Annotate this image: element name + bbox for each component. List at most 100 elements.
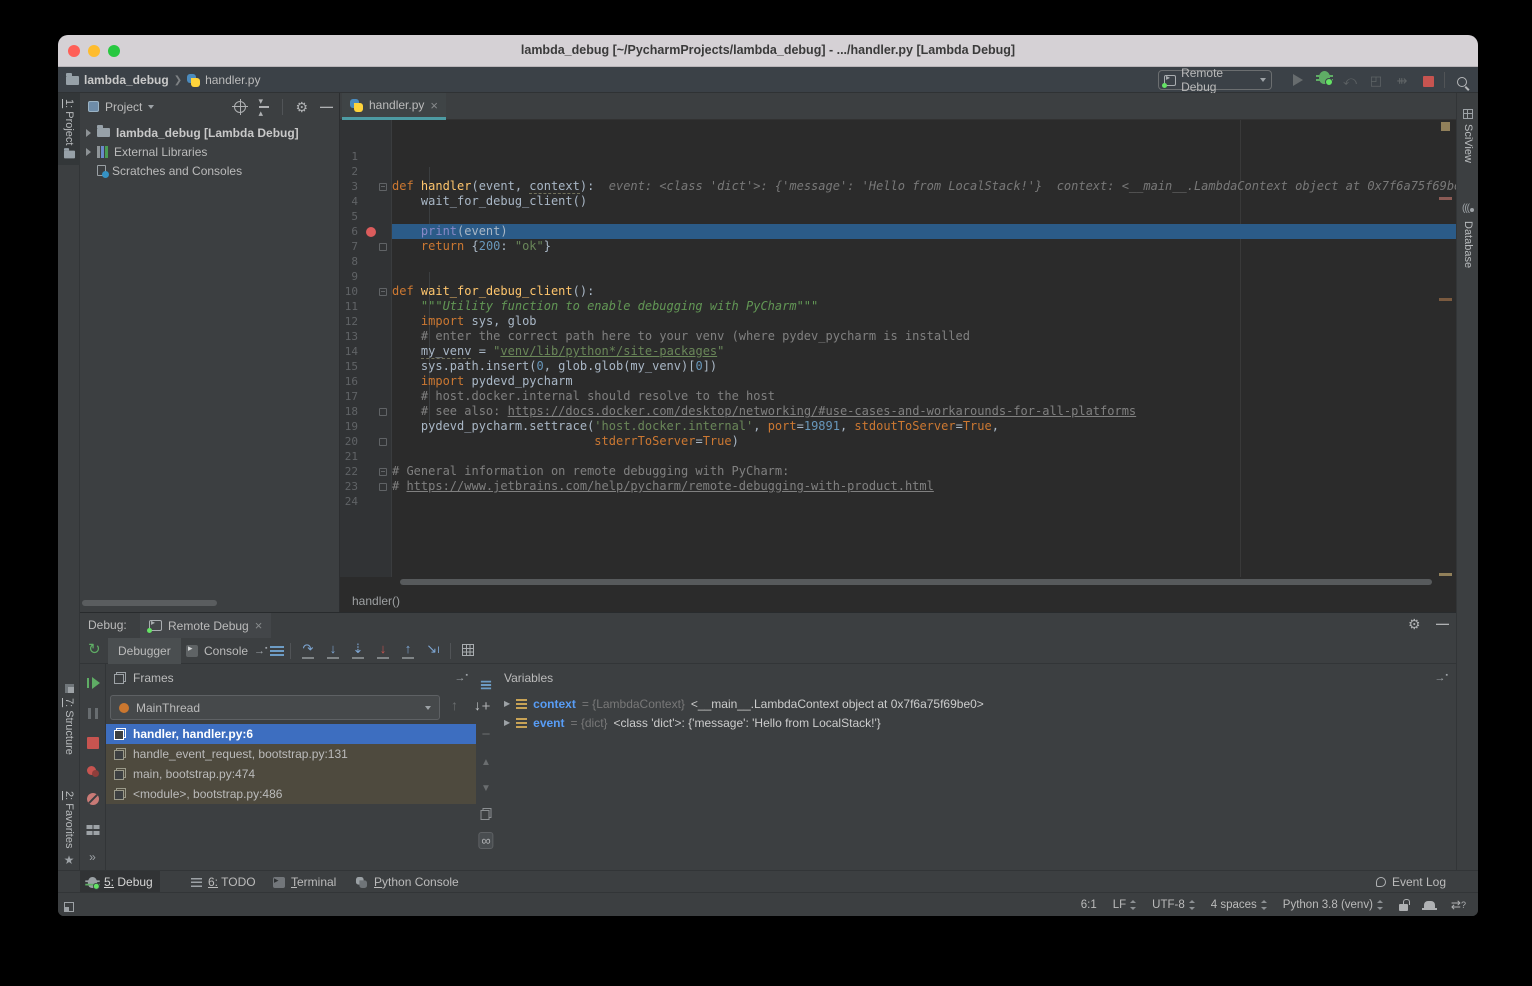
- locate-file-icon[interactable]: [234, 101, 246, 113]
- pause-icon[interactable]: [88, 706, 98, 724]
- pin-icon[interactable]: →: [1435, 672, 1448, 684]
- step-into-icon[interactable]: ↓: [323, 642, 343, 659]
- pin-icon[interactable]: →: [455, 672, 468, 684]
- editor-horizontal-scrollbar[interactable]: [400, 579, 1432, 585]
- view-breakpoints-icon[interactable]: [87, 764, 99, 782]
- run-to-cursor-icon[interactable]: ↘I: [423, 642, 443, 659]
- tree-item[interactable]: Scratches and Consoles: [80, 161, 339, 180]
- debug-session-tab[interactable]: Remote Debug ×: [140, 613, 271, 638]
- rerun-icon[interactable]: ↻: [88, 642, 101, 657]
- stop-button[interactable]: [1420, 74, 1436, 89]
- run-button[interactable]: [1290, 73, 1306, 88]
- stack-frame-row[interactable]: main, bootstrap.py:474: [106, 764, 476, 784]
- interpreter-widget[interactable]: Python 3.8 (venv): [1283, 899, 1383, 911]
- error-stripe-mark[interactable]: [1439, 197, 1452, 200]
- hide-panel-icon[interactable]: —: [1436, 616, 1449, 631]
- variable-row[interactable]: ▶event= {dict}<class 'dict'>: {'message'…: [496, 713, 1456, 732]
- thread-selector[interactable]: MainThread: [110, 695, 440, 720]
- tool-window-button--todo[interactable]: 6: TODO: [184, 871, 263, 893]
- variable-row[interactable]: ▶context= {LambdaContext}<__main__.Lambd…: [496, 694, 1456, 713]
- move-up-icon[interactable]: ▲: [481, 756, 491, 769]
- tool-window-button-structure[interactable]: 7: Structure: [58, 678, 80, 761]
- expand-arrow-icon[interactable]: ▶: [504, 699, 510, 708]
- stack-frame-row[interactable]: <module>, bootstrap.py:486: [106, 784, 476, 804]
- project-panel-title[interactable]: Project: [105, 100, 142, 114]
- layout-options-icon[interactable]: [481, 681, 491, 690]
- stack-frame-row[interactable]: handler, handler.py:6: [106, 724, 476, 744]
- collapse-all-icon[interactable]: [258, 101, 270, 113]
- remove-watch-icon[interactable]: −: [482, 728, 491, 741]
- search-everywhere-button[interactable]: [1454, 74, 1470, 89]
- tool-window-switcher-icon[interactable]: [64, 899, 74, 916]
- editor-breadcrumb[interactable]: handler(): [340, 590, 1456, 612]
- fold-marker-icon[interactable]: [379, 288, 387, 296]
- debug-button[interactable]: [1316, 71, 1332, 86]
- more-actions-icon[interactable]: »: [89, 850, 96, 864]
- code-pane[interactable]: def handler(event, context): event: <cla…: [392, 149, 1456, 509]
- expand-arrow-icon[interactable]: ▶: [504, 718, 510, 727]
- tool-window-button-project[interactable]: 1: Project: [58, 93, 80, 165]
- duplicate-watch-icon[interactable]: [481, 808, 492, 822]
- resume-icon[interactable]: [87, 676, 99, 694]
- tree-item[interactable]: External Libraries: [80, 142, 339, 161]
- tab-debugger[interactable]: Debugger: [108, 638, 181, 664]
- stack-frame-row[interactable]: handle_event_request, bootstrap.py:131: [106, 744, 476, 764]
- tool-window-button-python-console[interactable]: Python Console: [348, 871, 466, 893]
- close-icon[interactable]: ×: [430, 98, 438, 113]
- error-stripe-mark[interactable]: [1439, 573, 1452, 576]
- run-configuration-select[interactable]: Remote Debug: [1158, 70, 1272, 90]
- caret-position-widget[interactable]: 6:1: [1081, 899, 1097, 911]
- gear-icon[interactable]: ⚙: [1408, 617, 1421, 631]
- previous-frame-icon[interactable]: ↑: [451, 697, 458, 713]
- force-step-into-icon[interactable]: ↓: [373, 642, 393, 659]
- line-separator-widget[interactable]: LF: [1113, 899, 1136, 911]
- view-options-icon[interactable]: [270, 646, 284, 656]
- tree-item[interactable]: lambda_debug [Lambda Debug]: [80, 123, 339, 142]
- gear-icon[interactable]: ⚙: [295, 100, 308, 114]
- error-stripe-mark[interactable]: [1441, 122, 1450, 131]
- run-with-coverage-button[interactable]: ⤺: [1342, 73, 1358, 88]
- highlighting-level-icon[interactable]: [1424, 901, 1435, 910]
- breakpoint-dot[interactable]: [366, 227, 376, 237]
- concurrency-diagram-button[interactable]: ⇻: [1394, 73, 1410, 88]
- fold-marker-icon[interactable]: [379, 243, 387, 251]
- project-horizontal-scrollbar[interactable]: [82, 600, 217, 606]
- breadcrumb-project[interactable]: lambda_debug: [84, 73, 169, 87]
- close-icon[interactable]: ×: [255, 618, 263, 633]
- fold-marker-icon[interactable]: [379, 468, 387, 476]
- stop-icon[interactable]: [87, 736, 99, 754]
- error-stripe-mark[interactable]: [1439, 298, 1452, 301]
- tool-window-button-favorites[interactable]: 2: Favorites ★: [58, 785, 80, 873]
- restore-layout-icon[interactable]: [86, 822, 99, 840]
- profiler-button[interactable]: ◰: [1368, 73, 1384, 88]
- tool-window-button-terminal[interactable]: Terminal: [266, 871, 343, 893]
- breadcrumb-file[interactable]: handler.py: [205, 73, 260, 87]
- editor-tab-handler[interactable]: handler.py ×: [342, 93, 446, 120]
- encoding-widget[interactable]: UTF-8: [1152, 899, 1195, 911]
- hide-panel-icon[interactable]: —: [320, 99, 333, 114]
- fold-marker-icon[interactable]: [379, 438, 387, 446]
- tab-console[interactable]: Console →: [176, 638, 278, 664]
- tool-window-button--debug[interactable]: 5: Debug: [80, 871, 160, 893]
- expand-arrow-icon[interactable]: [86, 148, 91, 156]
- fold-marker-icon[interactable]: [379, 408, 387, 416]
- tool-window-button-database[interactable]: Database: [1457, 198, 1478, 274]
- unlocked-icon[interactable]: [1399, 899, 1408, 911]
- expand-arrow-icon[interactable]: [86, 129, 91, 137]
- evaluate-expression-icon[interactable]: [462, 644, 474, 656]
- tool-window-button-sciview[interactable]: SciView: [1457, 103, 1478, 169]
- step-over-icon[interactable]: ↷: [298, 642, 318, 659]
- fold-marker-icon[interactable]: [379, 183, 387, 191]
- mute-breakpoints-icon[interactable]: [87, 792, 99, 810]
- step-out-icon[interactable]: ↑: [398, 642, 418, 659]
- sync-settings-icon[interactable]: ⇄?: [1451, 898, 1466, 912]
- fold-marker-icon[interactable]: [379, 483, 387, 491]
- step-into-my-code-icon[interactable]: ⇣: [348, 642, 368, 659]
- code-viewport[interactable]: 123456789101112131415161718192021222324 …: [340, 120, 1456, 577]
- move-down-icon[interactable]: ▼: [481, 782, 491, 795]
- show-watches-toggle[interactable]: ∞: [478, 832, 493, 849]
- pin-icon[interactable]: →: [254, 645, 267, 657]
- add-watch-icon[interactable]: +: [482, 700, 491, 713]
- indent-widget[interactable]: 4 spaces: [1211, 899, 1267, 911]
- event-log-button[interactable]: Event Log: [1376, 871, 1446, 893]
